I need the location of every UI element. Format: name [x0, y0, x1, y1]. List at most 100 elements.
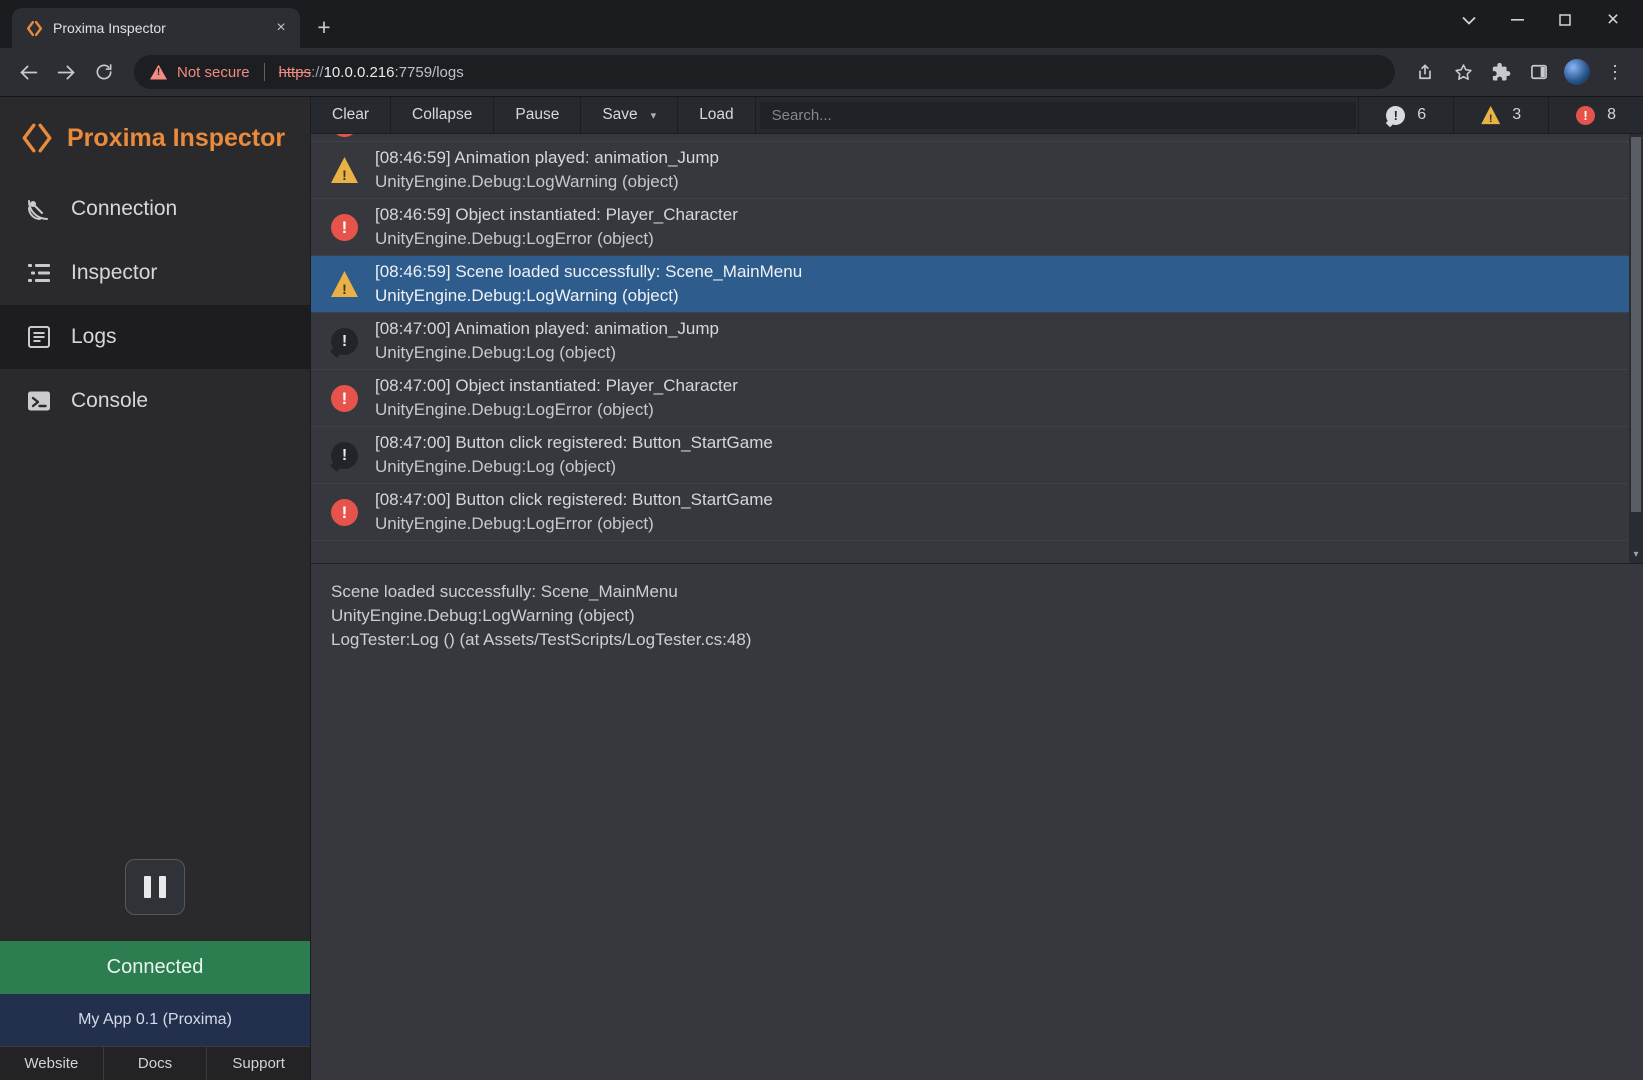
log-trace: UnityEngine.Debug:LogError (object)	[375, 512, 773, 536]
url-host: 10.0.0.216	[324, 64, 395, 81]
new-tab-button[interactable]: +	[308, 11, 340, 43]
bookmark-star-icon[interactable]	[1445, 54, 1481, 90]
browser-navbar: Not secure https://10.0.0.216:7759/logs …	[0, 48, 1643, 97]
sidebar-item-label: Inspector	[71, 261, 157, 285]
warning-count-icon	[1481, 106, 1500, 125]
log-trace: UnityEngine.Debug:LogWarning (object)	[375, 170, 719, 194]
log-list-area: UnityEngine.Debug:LogError (object) [08:…	[311, 134, 1643, 564]
warning-count: 3	[1512, 106, 1521, 124]
logs-toolbar: Clear Collapse Pause Save ▾ Load 6 3 8	[311, 97, 1643, 134]
log-row[interactable]: [08:46:59] Object instantiated: Player_C…	[311, 199, 1629, 256]
tab-search-chevron-icon[interactable]	[1445, 1, 1493, 39]
sidebar-item-label: Console	[71, 389, 148, 413]
profile-avatar[interactable]	[1559, 54, 1595, 90]
log-list-scrollbar[interactable]: ▾	[1629, 134, 1643, 563]
browser-tab[interactable]: Proxima Inspector ×	[12, 8, 300, 48]
footer-link-website[interactable]: Website	[0, 1047, 104, 1080]
security-label[interactable]: Not secure	[177, 64, 250, 81]
error-count-filter[interactable]: 8	[1548, 97, 1643, 133]
sidebar-footer: Website Docs Support	[0, 1046, 310, 1080]
sidebar-item-inspector[interactable]: Inspector	[0, 241, 310, 305]
pause-button-container	[0, 859, 310, 941]
app-logo: Proxima Inspector	[0, 97, 310, 177]
log-count: 6	[1417, 106, 1426, 124]
terminal-icon	[24, 386, 54, 416]
save-button[interactable]: Save ▾	[581, 97, 678, 133]
url-text[interactable]: https://10.0.0.216:7759/logs	[279, 64, 464, 81]
window-minimize-icon[interactable]	[1493, 1, 1541, 39]
sidebar-item-logs[interactable]: Logs	[0, 305, 310, 369]
share-icon[interactable]	[1407, 54, 1443, 90]
extensions-puzzle-icon[interactable]	[1483, 54, 1519, 90]
log-trace: UnityEngine.Debug:Log (object)	[375, 341, 719, 365]
address-bar[interactable]: Not secure https://10.0.0.216:7759/logs	[134, 55, 1395, 89]
search-input[interactable]	[760, 102, 1357, 129]
satellite-icon	[24, 194, 54, 224]
log-level-icon	[331, 134, 358, 137]
log-trace: UnityEngine.Debug:LogError (object)	[375, 134, 654, 136]
url-scheme: https	[279, 64, 312, 81]
log-message: [08:46:59] Scene loaded successfully: Sc…	[375, 260, 802, 284]
save-dropdown-caret-icon[interactable]: ▾	[651, 109, 657, 122]
log-trace: UnityEngine.Debug:LogError (object)	[375, 398, 738, 422]
side-panel-icon[interactable]	[1521, 54, 1557, 90]
page-content: Proxima Inspector Connection Inspector L…	[0, 97, 1643, 1080]
sidebar-item-connection[interactable]: Connection	[0, 177, 310, 241]
window-close-icon[interactable]: ×	[1589, 1, 1637, 39]
log-text: [08:46:59] Object instantiated: Player_C…	[375, 203, 738, 251]
detail-line: Scene loaded successfully: Scene_MainMen…	[331, 580, 1623, 604]
pause-button[interactable]: Pause	[494, 97, 581, 133]
pause-stream-button[interactable]	[125, 859, 185, 915]
log-level-icon	[331, 499, 358, 526]
save-button-label: Save	[602, 106, 637, 124]
toolbar-button-group: Clear Collapse Pause Save ▾ Load	[311, 97, 756, 133]
error-count: 8	[1607, 106, 1616, 124]
log-text: [08:46:59] Animation played: animation_J…	[375, 146, 719, 194]
log-trace: UnityEngine.Debug:Log (object)	[375, 455, 773, 479]
log-document-icon	[24, 322, 54, 352]
sidebar: Proxima Inspector Connection Inspector L…	[0, 97, 310, 1080]
log-row[interactable]: [08:47:00] Animation played: animation_J…	[311, 313, 1629, 370]
clear-button-label: Clear	[332, 106, 369, 124]
window-controls: ×	[1445, 0, 1637, 40]
footer-link-support[interactable]: Support	[207, 1047, 310, 1080]
log-row[interactable]: [08:47:00] Button click registered: Butt…	[311, 484, 1629, 541]
log-row[interactable]: [08:46:59] Scene loaded successfully: Sc…	[311, 256, 1629, 313]
detail-line: LogTester:Log () (at Assets/TestScripts/…	[331, 628, 1623, 652]
log-text: [08:47:00] Button click registered: Butt…	[375, 431, 773, 479]
load-button[interactable]: Load	[678, 97, 755, 133]
log-row[interactable]: UnityEngine.Debug:LogError (object)	[311, 134, 1629, 142]
log-row[interactable]: [08:46:59] Animation played: animation_J…	[311, 142, 1629, 199]
log-row[interactable]: [08:47:00] Button click registered: Butt…	[311, 427, 1629, 484]
log-message: [08:47:00] Animation played: animation_J…	[375, 317, 719, 341]
log-row[interactable]: [08:47:00] Object instantiated: Player_C…	[311, 370, 1629, 427]
footer-link-docs[interactable]: Docs	[104, 1047, 208, 1080]
browser-menu-kebab-icon[interactable]: ⋮	[1597, 54, 1633, 90]
window-maximize-icon[interactable]	[1541, 1, 1589, 39]
log-count-icon	[1386, 106, 1405, 125]
tab-close-icon[interactable]: ×	[270, 17, 292, 39]
sidebar-item-console[interactable]: Console	[0, 369, 310, 433]
omnibox-divider	[264, 63, 265, 81]
back-icon[interactable]	[10, 54, 46, 90]
log-trace: UnityEngine.Debug:LogWarning (object)	[375, 284, 802, 308]
log-count-filter[interactable]: 6	[1358, 97, 1453, 133]
reload-icon[interactable]	[86, 54, 122, 90]
scrollbar-thumb[interactable]	[1631, 137, 1641, 512]
scrollbar-down-arrow-icon[interactable]: ▾	[1629, 547, 1643, 562]
log-trace: UnityEngine.Debug:LogError (object)	[375, 227, 738, 251]
clear-button[interactable]: Clear	[311, 97, 391, 133]
connection-status-badge: Connected	[0, 941, 310, 994]
forward-icon[interactable]	[48, 54, 84, 90]
sidebar-item-label: Connection	[71, 197, 177, 221]
error-count-icon	[1576, 106, 1595, 125]
load-button-label: Load	[699, 106, 733, 124]
log-list: UnityEngine.Debug:LogError (object) [08:…	[311, 134, 1629, 563]
log-text: [08:47:00] Button click registered: Butt…	[375, 488, 773, 536]
proxima-favicon-icon	[26, 20, 43, 37]
warning-count-filter[interactable]: 3	[1453, 97, 1548, 133]
collapse-button-label: Collapse	[412, 106, 472, 124]
log-message: [08:47:00] Button click registered: Butt…	[375, 431, 773, 455]
log-level-icon	[331, 271, 358, 298]
collapse-button[interactable]: Collapse	[391, 97, 494, 133]
